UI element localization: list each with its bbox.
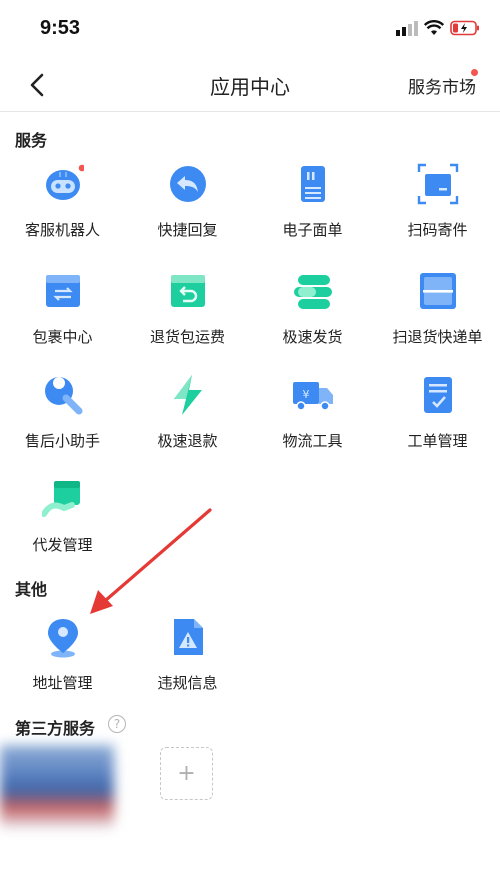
- proxy-ship-icon: [42, 481, 80, 517]
- wifi-icon: [424, 20, 444, 35]
- lightning-icon: [174, 375, 202, 415]
- grid-item-waybill[interactable]: 电子面单: [250, 163, 375, 263]
- service-market-link[interactable]: 服务市场: [408, 73, 476, 98]
- grid-item-label: 极速发货: [282, 328, 343, 346]
- grid-item-label: 快捷回复: [157, 221, 218, 239]
- truck-icon: ¥: [293, 382, 333, 411]
- grid-item-fast-refund[interactable]: 极速退款: [125, 374, 250, 474]
- third-party-app-thumbnail[interactable]: [0, 745, 114, 828]
- grid-item-work-order[interactable]: 工单管理: [375, 374, 500, 474]
- grid-item-label: 包裹中心: [32, 328, 93, 346]
- grid-item-fast-ship[interactable]: 极速发货: [250, 270, 375, 370]
- grid-item-proxy-ship[interactable]: 代发管理: [0, 478, 125, 578]
- add-service-button[interactable]: +: [160, 747, 213, 800]
- location-icon: [48, 619, 78, 658]
- warning-doc-icon: [174, 619, 203, 655]
- grid-item-package-center[interactable]: 包裹中心: [0, 270, 125, 370]
- status-bar: 9:53: [0, 0, 500, 58]
- grid-item-label: 客服机器人: [24, 221, 100, 239]
- grid-item-scan-send[interactable]: 扫码寄件: [375, 163, 500, 263]
- grid-item-label: 电子面单: [282, 221, 343, 239]
- notification-dot: [471, 69, 478, 76]
- section-title-third-party: 第三方服务: [15, 719, 96, 738]
- wrench-icon: [45, 377, 83, 415]
- scan-return-icon: [420, 273, 456, 309]
- fast-ship-icon: [294, 275, 332, 309]
- grid-item-scan-return[interactable]: 扫退货快递单: [375, 270, 500, 370]
- svg-text:¥: ¥: [303, 388, 310, 401]
- grid-item-label: 极速退款: [157, 432, 218, 450]
- grid-item-label: 售后小助手: [24, 432, 100, 450]
- grid-item-label: 物流工具: [282, 432, 343, 450]
- grid-item-label: 扫码寄件: [407, 221, 468, 239]
- signal-icon: [396, 21, 418, 36]
- grid-item-address[interactable]: 地址管理: [0, 616, 125, 716]
- grid-item-after-sales[interactable]: 售后小助手: [0, 374, 125, 474]
- grid-item-label: 退货包运费: [149, 328, 225, 346]
- section-title-other: 其他: [15, 580, 48, 599]
- help-icon[interactable]: ?: [108, 715, 126, 733]
- reply-icon: [170, 166, 206, 202]
- grid-item-label: 工单管理: [407, 432, 468, 450]
- section-title-services: 服务: [15, 131, 48, 150]
- waybill-icon: [301, 166, 325, 202]
- grid-item-label: 地址管理: [32, 674, 93, 692]
- work-order-icon: [424, 377, 452, 413]
- return-box-icon: [171, 275, 205, 307]
- grid-item-label: 违规信息: [157, 674, 218, 692]
- grid-item-violation[interactable]: 违规信息: [125, 616, 250, 716]
- grid-item-label: 扫退货快递单: [392, 328, 483, 346]
- nav-bar: 应用中心 服务市场: [0, 58, 500, 112]
- grid-item-label: 代发管理: [32, 536, 93, 554]
- battery-icon: [450, 20, 479, 36]
- scan-box-icon: [417, 163, 459, 205]
- robot-icon: [46, 164, 84, 200]
- status-icons: [396, 20, 480, 36]
- grid-item-quick-reply[interactable]: 快捷回复: [125, 163, 250, 263]
- grid-item-logistics-tools[interactable]: ¥ 物流工具: [250, 374, 375, 474]
- grid-item-robot[interactable]: 客服机器人: [0, 163, 125, 263]
- grid-item-return-shipping[interactable]: 退货包运费: [125, 270, 250, 370]
- status-time: 9:53: [40, 17, 81, 39]
- package-icon: [46, 275, 80, 307]
